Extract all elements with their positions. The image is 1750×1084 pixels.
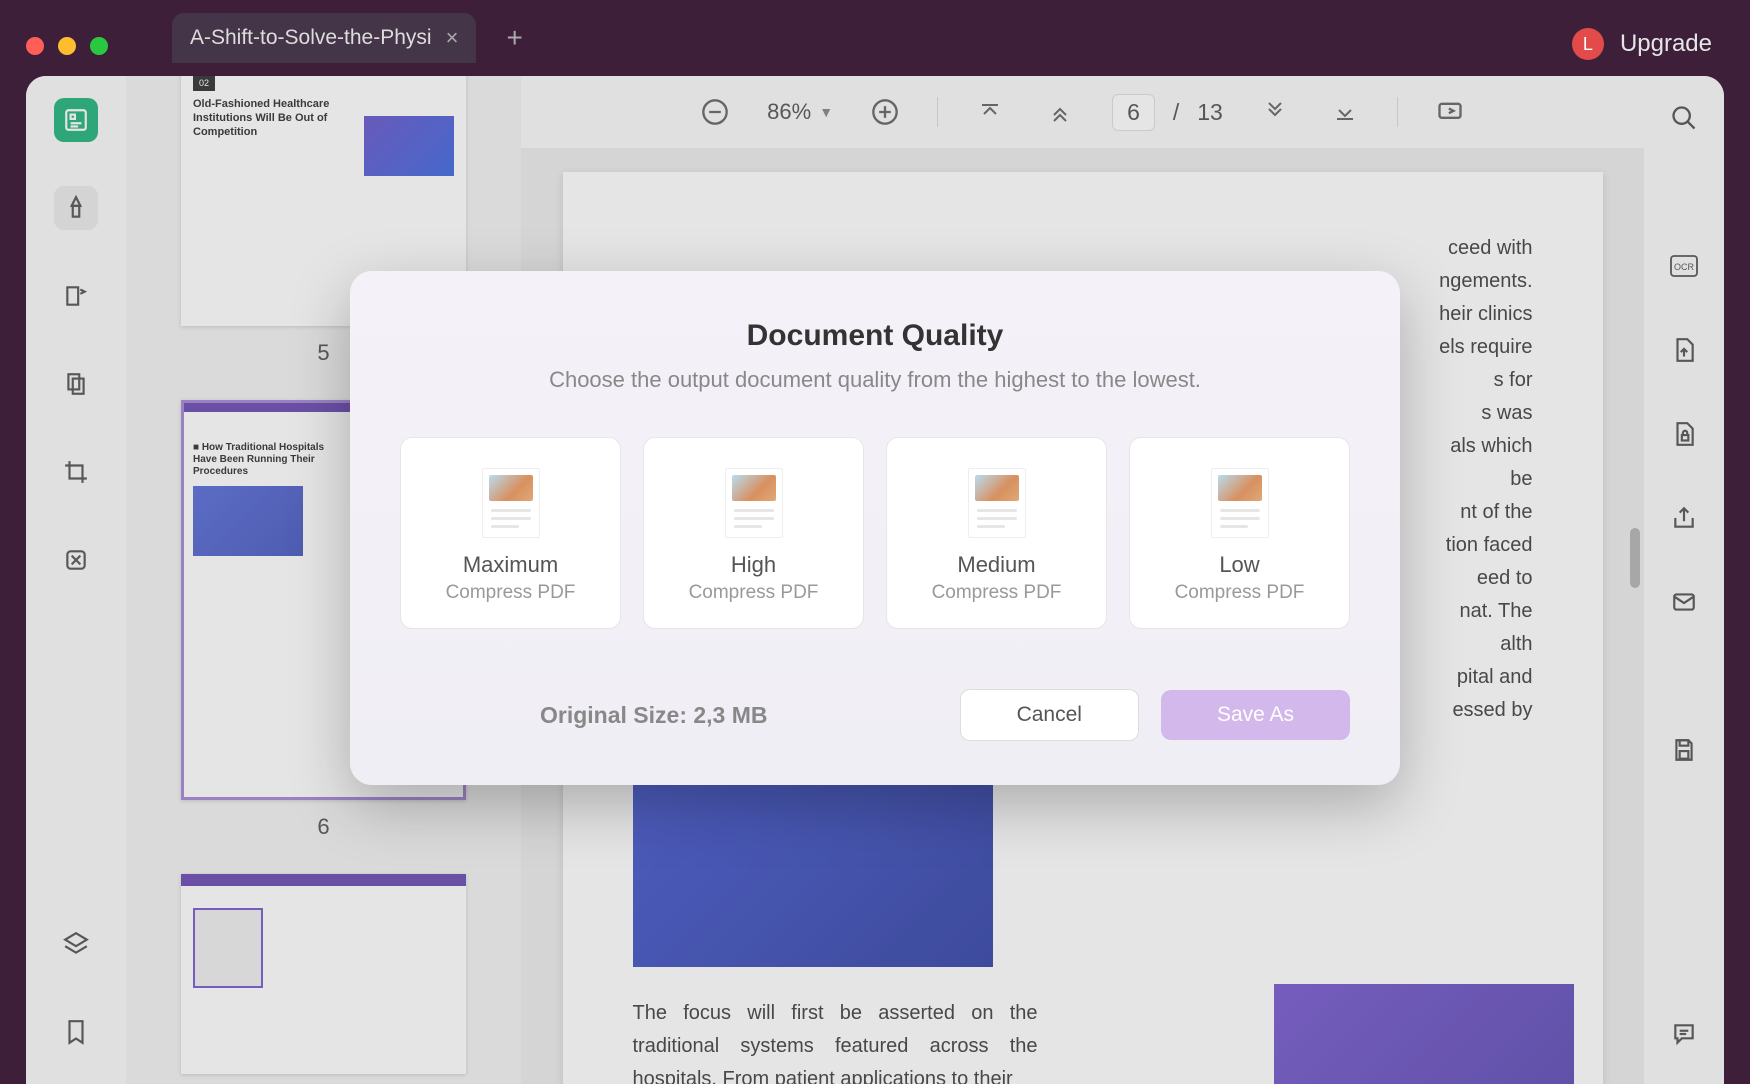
cancel-button[interactable]: Cancel <box>960 689 1139 741</box>
avatar[interactable]: L <box>1572 28 1604 60</box>
modal-footer: Original Size: 2,3 MB Cancel Save As <box>400 689 1350 741</box>
tab-bar: A-Shift-to-Solve-the-Physi × + <box>172 12 523 64</box>
quality-option-medium[interactable]: Medium Compress PDF <box>886 437 1107 629</box>
quality-thumb-icon <box>968 468 1026 538</box>
document-quality-modal: Document Quality Choose the output docum… <box>350 271 1400 785</box>
traffic-lights <box>26 37 108 55</box>
app-window: 02 Old-Fashioned Healthcare Institutions… <box>26 76 1724 1084</box>
quality-option-high[interactable]: High Compress PDF <box>643 437 864 629</box>
upgrade-area: L Upgrade <box>1572 28 1712 60</box>
minimize-window-button[interactable] <box>58 37 76 55</box>
quality-thumb-icon <box>1211 468 1269 538</box>
upgrade-button[interactable]: Upgrade <box>1620 30 1712 58</box>
close-tab-icon[interactable]: × <box>446 25 459 51</box>
new-tab-button[interactable]: + <box>506 22 522 54</box>
quality-option-low[interactable]: Low Compress PDF <box>1129 437 1350 629</box>
modal-title: Document Quality <box>400 319 1350 353</box>
document-tab[interactable]: A-Shift-to-Solve-the-Physi × <box>172 13 476 63</box>
close-window-button[interactable] <box>26 37 44 55</box>
modal-subtitle: Choose the output document quality from … <box>400 367 1350 393</box>
modal-overlay: Document Quality Choose the output docum… <box>26 76 1724 1084</box>
maximize-window-button[interactable] <box>90 37 108 55</box>
quality-option-maximum[interactable]: Maximum Compress PDF <box>400 437 621 629</box>
original-size-label: Original Size: 2,3 MB <box>540 702 768 729</box>
save-as-button[interactable]: Save As <box>1161 690 1350 740</box>
quality-options: Maximum Compress PDF High Compress PDF <box>400 437 1350 629</box>
tab-title: A-Shift-to-Solve-the-Physi <box>190 26 432 50</box>
quality-thumb-icon <box>725 468 783 538</box>
quality-thumb-icon <box>482 468 540 538</box>
